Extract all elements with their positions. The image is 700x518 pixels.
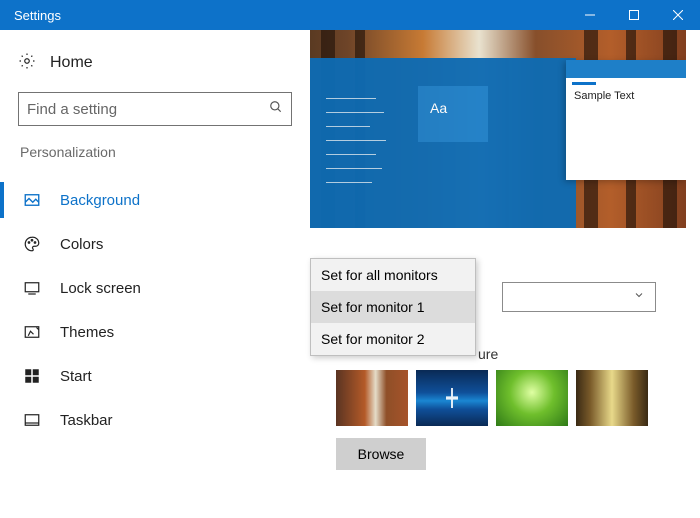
sidebar: Home Personalization Background: [0, 30, 310, 518]
preview-startmenu: Aa: [310, 58, 576, 228]
section-label: Personalization: [20, 144, 292, 160]
sidebar-item-taskbar[interactable]: Taskbar: [0, 398, 310, 442]
search-icon: [269, 100, 283, 119]
search-box[interactable]: [18, 92, 292, 126]
home-nav[interactable]: Home: [18, 44, 292, 82]
palette-icon: [22, 234, 42, 254]
picture-thumb-2[interactable]: [416, 370, 488, 426]
preview-sample-text: Sample Text: [574, 90, 634, 102]
home-label: Home: [50, 54, 93, 72]
search-input[interactable]: [27, 101, 269, 118]
close-button[interactable]: [656, 0, 700, 30]
sidebar-item-label: Start: [60, 368, 92, 385]
picture-thumbnails: [336, 370, 648, 426]
choose-picture-label: ure: [478, 346, 498, 362]
sidebar-item-themes[interactable]: Themes: [0, 310, 310, 354]
sidebar-item-lockscreen[interactable]: Lock screen: [0, 266, 310, 310]
browse-label: Browse: [358, 446, 405, 462]
taskbar-icon: [22, 410, 42, 430]
titlebar: Settings: [0, 0, 700, 30]
maximize-button[interactable]: [612, 0, 656, 30]
picture-thumb-1[interactable]: [336, 370, 408, 426]
sidebar-item-label: Taskbar: [60, 412, 113, 429]
start-icon: [22, 366, 42, 386]
browse-button[interactable]: Browse: [336, 438, 426, 470]
minimize-button[interactable]: [568, 0, 612, 30]
sidebar-item-label: Colors: [60, 236, 103, 253]
sidebar-item-label: Background: [60, 192, 140, 209]
preview-font-sample: Aa: [430, 100, 447, 116]
desktop-preview: Aa Sample Text: [310, 30, 686, 228]
chevron-down-icon: [633, 288, 645, 306]
picture-thumb-3[interactable]: [496, 370, 568, 426]
background-dropdown[interactable]: [502, 282, 656, 312]
picture-thumb-4[interactable]: [576, 370, 648, 426]
window-title: Settings: [14, 8, 61, 23]
sidebar-item-start[interactable]: Start: [0, 354, 310, 398]
sidebar-item-colors[interactable]: Colors: [0, 222, 310, 266]
sidebar-item-label: Themes: [60, 324, 114, 341]
themes-icon: [22, 322, 42, 342]
picture-icon: [22, 190, 42, 210]
nav: Background Colors Lock screen: [0, 178, 310, 442]
lockscreen-icon: [22, 278, 42, 298]
sidebar-item-label: Lock screen: [60, 280, 141, 297]
main-content: Aa Sample Text: [310, 30, 700, 518]
context-item-monitor-2[interactable]: Set for monitor 2: [311, 323, 475, 355]
sidebar-item-background[interactable]: Background: [0, 178, 310, 222]
gear-icon: [18, 52, 36, 75]
monitor-context-menu: Set for all monitors Set for monitor 1 S…: [310, 258, 476, 356]
settings-window: Settings Home Persona: [0, 0, 700, 518]
preview-sample-window: Sample Text: [566, 60, 686, 180]
context-item-monitor-1[interactable]: Set for monitor 1: [311, 291, 475, 323]
context-item-all-monitors[interactable]: Set for all monitors: [311, 259, 475, 291]
